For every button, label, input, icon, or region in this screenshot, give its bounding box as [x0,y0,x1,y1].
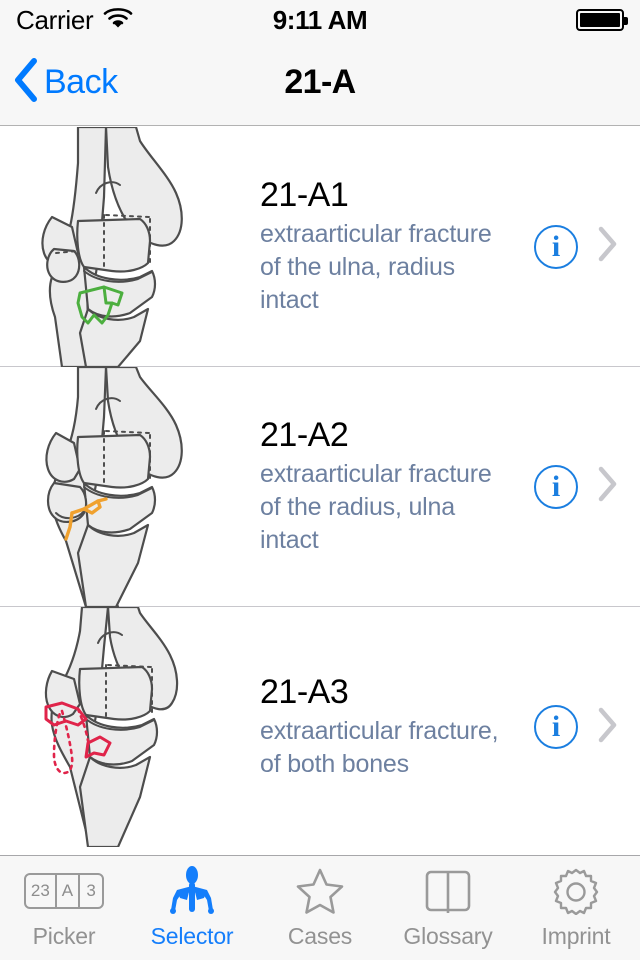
elbow-fracture-diagram-red [0,607,250,847]
gear-icon [551,866,601,916]
navigation-bar: Back 21-A [0,40,640,126]
fracture-description: extraarticular fracture, of both bones [260,717,499,779]
table-row-text: 21-A1 extraarticular fracture of the uln… [250,176,534,317]
tab-imprint[interactable]: Imprint [512,866,640,950]
fracture-description: extraarticular fracture of the ulna, rad… [260,220,492,315]
tab-label-cases: Cases [287,923,353,949]
back-button-label: Back [44,63,118,101]
info-button[interactable]: i [534,464,578,509]
tab-label-picker: Picker [32,923,96,949]
info-icon: i [551,710,561,743]
tab-label-imprint: Imprint [541,923,611,949]
fracture-code: 21-A3 [260,672,349,711]
table-row-text: 21-A2 extraarticular fracture of the rad… [250,416,534,557]
fracture-code: 21-A2 [260,415,349,454]
info-icon: i [551,229,561,263]
elbow-fracture-diagram-green [0,127,250,367]
chevron-right-icon[interactable] [596,464,620,509]
skeleton-icon [163,866,221,916]
tab-label-selector: Selector [150,923,234,949]
tab-glossary[interactable]: Glossary [384,866,512,950]
battery-fill [580,13,620,27]
status-bar-right [576,9,628,31]
elbow-fracture-diagram-orange [0,366,250,607]
tab-selector[interactable]: Selector [128,866,256,950]
status-bar-time: 9:11 AM [272,4,368,35]
app-screen: Carrier 9:11 AM Back 21-A 21-A1 extraart… [0,0,640,960]
picker-segments-icon: 23 A 3 [23,866,105,916]
picker-cell-2: A [57,875,81,907]
open-book-icon [424,866,472,916]
tab-bar: 23 A 3 Picker Selector Cases Glossary Im… [0,855,640,960]
chevron-left-icon [12,57,40,108]
tab-cases[interactable]: Cases [256,866,384,950]
back-button[interactable]: Back [0,57,118,108]
star-icon [295,866,345,916]
table-row[interactable]: 21-A1 extraarticular fracture of the uln… [0,127,640,367]
picker-cell-1: 23 [26,875,57,907]
status-bar: Carrier 9:11 AM [0,0,640,40]
fracture-classification-list[interactable]: 21-A1 extraarticular fracture of the uln… [0,127,640,855]
fracture-description: extraarticular fracture of the radius, u… [260,460,492,555]
chevron-right-icon[interactable] [596,705,620,750]
table-row-accessories: i [534,464,640,509]
info-button[interactable]: i [534,705,578,749]
info-icon: i [551,469,561,503]
table-row[interactable]: 21-A2 extraarticular fracture of the rad… [0,366,640,607]
table-row-accessories: i [534,224,640,269]
table-row[interactable]: 21-A3 extraarticular fracture, of both b… [0,607,640,847]
tab-picker[interactable]: 23 A 3 Picker [0,866,128,950]
picker-cell-3: 3 [86,881,96,900]
chevron-right-icon[interactable] [596,224,620,269]
info-button[interactable]: i [534,224,578,269]
table-row-accessories: i [534,705,640,750]
table-row-text: 21-A3 extraarticular fracture, of both b… [250,673,534,781]
tab-label-glossary: Glossary [403,923,493,949]
fracture-code: 21-A1 [260,175,349,214]
battery-icon [576,9,628,31]
